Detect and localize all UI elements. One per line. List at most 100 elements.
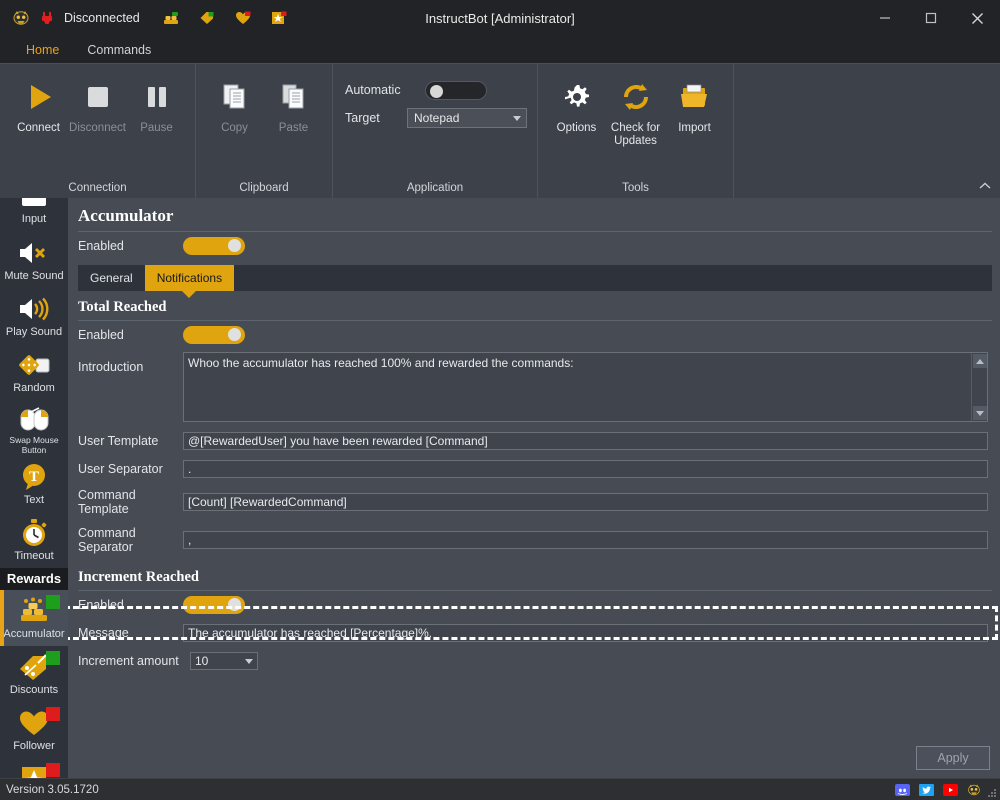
resize-grip-icon[interactable] [987,788,997,798]
introduction-scrollbar[interactable] [971,353,987,421]
main-panel: Accumulator Enabled General Notification… [68,198,1000,778]
sidebar-item-follower[interactable]: Follower [0,702,68,758]
sidebar-item-label-accumulator: Accumulator [3,628,65,640]
instructbot-logo-icon-status[interactable] [966,783,982,797]
scroll-up-icon[interactable] [972,354,987,368]
sidebar-item-discounts[interactable]: Discounts [0,646,68,702]
apply-button[interactable]: Apply [916,746,990,770]
section-title-total-reached: Total Reached [78,299,167,315]
user-separator-row: User Separator . [68,455,1000,483]
ribbon-tab-commands[interactable]: Commands [73,36,165,63]
total-enabled-row: Enabled [68,321,1000,349]
introduction-textarea[interactable]: Whoo the accumulator has reached 100% an… [183,352,988,422]
command-template-label: Command Template [78,488,136,516]
version-label: Version 3.05.1720 [6,783,99,796]
follower-quick-icon[interactable] [230,5,256,31]
connection-status-label: Disconnected [64,11,140,25]
chevron-up-icon[interactable] [978,179,992,194]
youtube-icon[interactable] [942,783,958,797]
increment-amount-value: 10 [195,654,209,668]
target-dropdown-value: Notepad [414,111,460,125]
close-button[interactable] [954,0,1000,36]
sidebar-item-swap-mouse-button[interactable]: Swap Mouse Button [0,400,68,456]
introduction-row: Introduction Whoo the accumulator has re… [68,349,1000,427]
sidebar-item-accumulator[interactable]: Accumulator [0,590,68,646]
accumulator-coins-icon [0,595,68,627]
subscriber-quick-icon[interactable] [266,5,292,31]
star-icon [0,763,68,778]
stop-square-icon [81,76,115,118]
user-template-input[interactable]: @[RewardedUser] you have been rewarded [… [183,432,988,450]
play-triangle-icon [22,76,56,118]
sidebar[interactable]: Input Mute Sound Play Sound Random Swap … [0,198,68,778]
sidebar-item-timeout[interactable]: Timeout [0,512,68,568]
twitter-icon[interactable] [918,783,934,797]
sidebar-item-play-sound[interactable]: Play Sound [0,288,68,344]
increment-amount-dropdown[interactable]: 10 [190,652,258,670]
target-dropdown[interactable]: Notepad [407,108,527,128]
pause-button[interactable]: Pause [128,72,185,135]
minimize-button[interactable] [862,0,908,36]
options-label: Options [556,122,597,134]
target-row: Target Notepad [345,104,527,132]
ribbon-group-label-clipboard: Clipboard [239,182,289,194]
chevron-down-icon-increment [245,658,253,664]
sidebar-item-mute-sound[interactable]: Mute Sound [0,232,68,288]
increment-enabled-toggle[interactable] [183,596,245,614]
discount-tag-icon [0,651,68,683]
ribbon-filler [734,64,1000,198]
message-input[interactable]: The accumulator has reached [Percentage]… [183,624,988,642]
discord-icon[interactable] [894,783,910,797]
command-template-row: Command Template [Count] [RewardedComman… [68,483,1000,521]
status-badge-subscriber [46,763,60,777]
total-enabled-toggle[interactable] [183,326,245,344]
ribbon-group-connection: Connect Disconnect Pause Connection [0,64,196,198]
increment-enabled-row: Enabled [68,591,1000,619]
tab-notifications[interactable]: Notifications [144,265,235,291]
increment-enabled-toggle-knob [228,598,241,611]
copy-button[interactable]: Copy [206,72,263,135]
stopwatch-icon [0,517,68,549]
sidebar-item-text[interactable]: T Text [0,456,68,512]
sidebar-item-input[interactable]: Input [0,198,68,232]
section-title-increment-reached: Increment Reached [78,569,199,585]
ribbon-group-label-application: Application [406,182,464,194]
automatic-toggle[interactable] [425,80,487,100]
message-value: The accumulator has reached [Percentage]… [188,626,433,640]
user-template-value: @[RewardedUser] you have been rewarded [… [188,434,488,448]
ribbon-group-label-connection: Connection [68,182,127,194]
sidebar-item-subscriber[interactable]: Subscriber [0,758,68,778]
ribbon-tab-strip: Home Commands [0,36,1000,63]
sidebar-item-label-follower: Follower [13,740,55,752]
command-separator-input[interactable]: , [183,531,988,549]
automatic-row: Automatic [345,76,527,104]
body: Input Mute Sound Play Sound Random Swap … [0,198,1000,778]
command-template-input[interactable]: [Count] [RewardedCommand] [183,493,988,511]
disconnect-button[interactable]: Disconnect [69,72,126,135]
maximize-button[interactable] [908,0,954,36]
chevron-down-icon [513,115,521,121]
ribbon-tab-home[interactable]: Home [12,36,73,63]
pause-label: Pause [140,122,173,134]
apply-button-wrap: Apply [916,746,990,770]
sidebar-item-random[interactable]: Random [0,344,68,400]
command-separator-label: Command Separator [78,526,136,554]
tab-general[interactable]: General [78,265,145,291]
discounts-quick-icon[interactable] [194,5,220,31]
command-separator-value: , [188,533,192,547]
import-button[interactable]: Import [666,72,723,135]
accumulator-enabled-toggle-knob [228,239,241,252]
accumulator-enabled-toggle[interactable] [183,237,245,255]
scroll-down-icon[interactable] [972,406,987,420]
paste-button[interactable]: Paste [265,72,322,135]
status-badge-follower [46,707,60,721]
accumulator-quick-icon[interactable] [158,5,184,31]
quick-access-toolbar [158,5,292,31]
command-template-value: [Count] [RewardedCommand] [188,495,347,509]
instructbot-logo-icon [8,5,34,31]
page-title: Accumulator [78,206,174,225]
user-separator-input[interactable]: . [183,460,988,478]
connect-button[interactable]: Connect [10,72,67,135]
check-for-updates-button[interactable]: Check for Updates [607,72,664,148]
options-button[interactable]: Options [548,72,605,135]
